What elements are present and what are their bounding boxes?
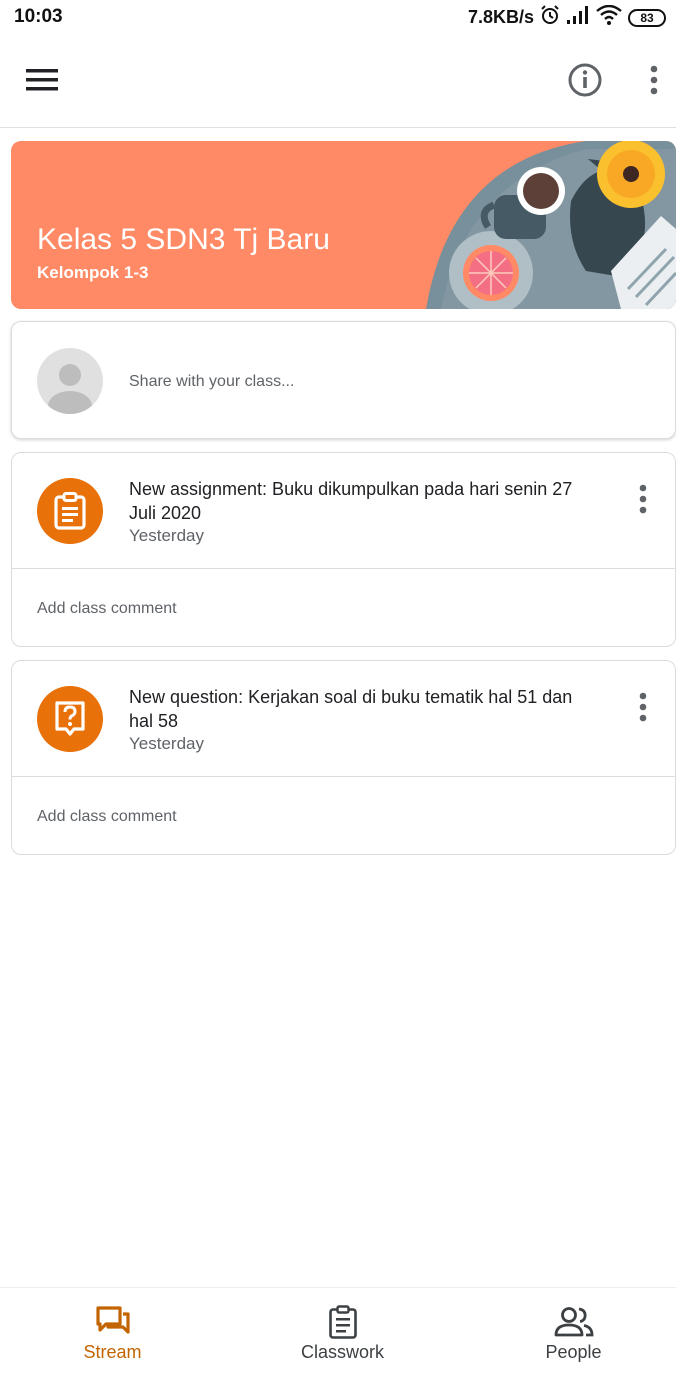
nav-classwork[interactable]: Classwork bbox=[230, 1288, 455, 1373]
more-vert-icon[interactable] bbox=[639, 692, 647, 727]
add-class-comment[interactable]: Add class comment bbox=[37, 600, 177, 618]
class-banner[interactable]: Kelas 5 SDN3 Tj Baru Kelompok 1-3 bbox=[11, 141, 676, 309]
add-class-comment[interactable]: Add class comment bbox=[37, 808, 177, 826]
nav-label-stream: Stream bbox=[83, 1342, 142, 1362]
stream-icon bbox=[95, 1304, 131, 1340]
nav-label-people: People bbox=[545, 1342, 602, 1362]
status-time: 10:03 bbox=[14, 6, 63, 27]
app-bar bbox=[0, 36, 676, 128]
post-date: Yesterday bbox=[129, 526, 204, 545]
nav-stream[interactable]: Stream bbox=[0, 1288, 225, 1373]
class-title: Kelas 5 SDN3 Tj Baru bbox=[37, 223, 330, 256]
post-title: New question: Kerjakan soal di buku tema… bbox=[129, 687, 573, 731]
status-icons: 7.8KB/s 83 bbox=[467, 4, 666, 30]
wifi-icon bbox=[596, 4, 622, 30]
more-vert-icon[interactable] bbox=[639, 484, 647, 519]
status-bar: 10:03 7.8KB/s 83 bbox=[0, 0, 676, 36]
divider bbox=[12, 776, 675, 777]
info-icon[interactable] bbox=[563, 58, 607, 102]
signal-icon bbox=[566, 6, 590, 29]
divider bbox=[12, 568, 675, 569]
post-title: New assignment: Buku dikumpulkan pada ha… bbox=[129, 479, 573, 523]
alarm-icon bbox=[540, 5, 560, 30]
stream-post[interactable]: New question: Kerjakan soal di buku tema… bbox=[11, 660, 676, 855]
banner-illustration bbox=[426, 141, 676, 309]
class-section: Kelompok 1-3 bbox=[37, 263, 149, 282]
question-icon bbox=[37, 686, 103, 752]
avatar bbox=[37, 348, 103, 414]
battery-icon: 83 bbox=[628, 8, 666, 27]
share-with-class-card[interactable]: Share with your class... bbox=[11, 321, 676, 439]
post-date: Yesterday bbox=[129, 734, 204, 753]
bottom-navigation: Stream Classwork People bbox=[0, 1287, 676, 1373]
nav-label-classwork: Classwork bbox=[300, 1342, 384, 1362]
menu-icon[interactable] bbox=[20, 58, 64, 102]
assignment-icon bbox=[37, 478, 103, 544]
people-icon bbox=[554, 1304, 594, 1340]
nav-people[interactable]: People bbox=[461, 1288, 676, 1373]
network-speed: 7.8KB/s bbox=[467, 7, 534, 27]
stream-post[interactable]: New assignment: Buku dikumpulkan pada ha… bbox=[11, 452, 676, 647]
classwork-icon bbox=[328, 1304, 358, 1340]
share-placeholder: Share with your class... bbox=[129, 373, 295, 390]
more-vert-icon[interactable] bbox=[632, 58, 676, 102]
